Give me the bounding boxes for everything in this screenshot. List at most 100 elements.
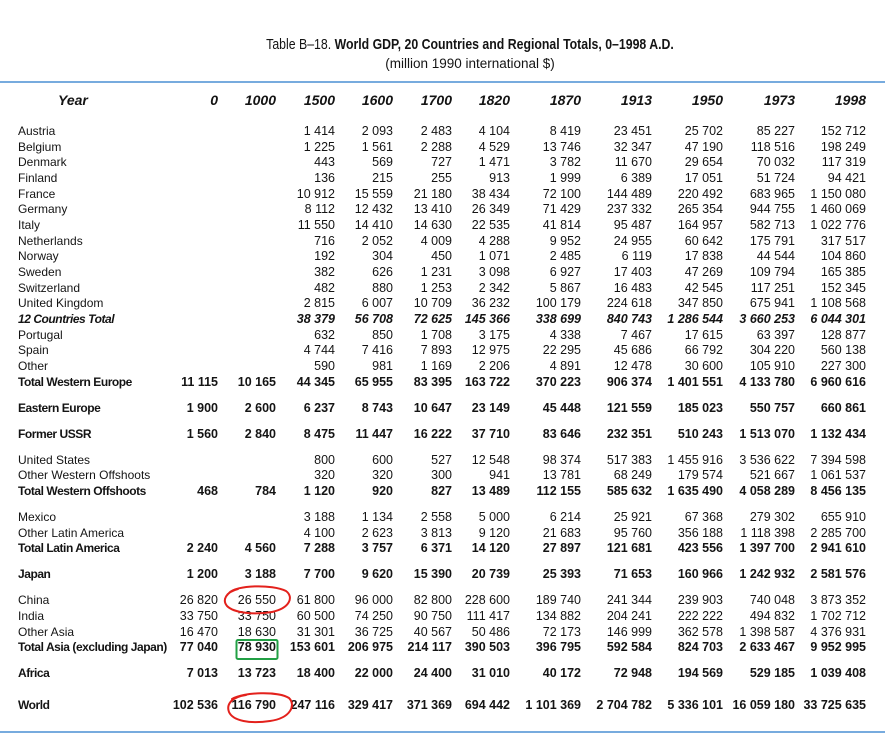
gdp-value-cell: 26 550 [237, 593, 276, 608]
gdp-value-cell: 569 [372, 155, 393, 170]
gdp-value-cell: 1 560 [186, 426, 218, 441]
gdp-value-cell: 214 117 [407, 640, 453, 655]
gdp-value-cell: 1 200 [186, 567, 218, 582]
gdp-value-cell: 800 [314, 452, 335, 467]
table-row: Other Latin America 4 100 2 623 3 813 9 120 2… [0, 526, 885, 542]
gdp-value-cell: 585 632 [606, 483, 652, 498]
gdp-value-cell: 10 165 [237, 374, 276, 389]
gdp-value-cell: 60 642 [684, 233, 723, 248]
gdp-value-cell: 247 116 [290, 698, 336, 713]
gdp-value-cell: 13 723 [237, 666, 276, 681]
gdp-value-cell: 4 100 [303, 525, 335, 540]
gdp-value-cell: 74 250 [354, 609, 393, 624]
gdp-value-cell: 1 039 408 [810, 666, 866, 681]
gdp-value-cell: 1 398 587 [739, 624, 795, 639]
row-label: Total Western Offshoots [18, 483, 146, 498]
gdp-value-cell: 144 489 [606, 186, 652, 201]
gdp-value-cell: 24 400 [413, 666, 452, 681]
table-row: Japan 1 200 3 188 7 700 9 620 15 390 20 739 25 … [0, 567, 885, 583]
gdp-value-cell: 23 451 [613, 124, 652, 138]
gdp-value-cell: 71 429 [542, 202, 581, 217]
column-header-1998: 1998 [834, 92, 866, 108]
row-label: India [18, 609, 45, 624]
gdp-value-cell: 20 739 [471, 567, 510, 582]
gdp-value-cell: 592 584 [606, 640, 652, 655]
gdp-value-cell: 8 112 [304, 202, 335, 217]
gdp-value-cell: 22 535 [471, 217, 510, 232]
gdp-value-cell: 529 185 [749, 666, 795, 681]
gdp-value-cell: 4 560 [244, 541, 276, 556]
gdp-value-cell: 1 414 [303, 124, 335, 138]
gdp-value-cell: 33 750 [179, 609, 218, 624]
gdp-value-cell: 23 149 [471, 400, 510, 415]
gdp-value-cell: 16 222 [413, 426, 452, 441]
table-row: Switzerland 482 880 1 253 2 342 5 867 16 483 42… [0, 281, 885, 297]
gdp-value-cell: 44 544 [756, 249, 795, 264]
gdp-value-cell: 2 623 [361, 525, 393, 540]
gdp-value-cell: 227 300 [820, 358, 866, 373]
gdp-value-cell: 1 999 [549, 170, 581, 185]
gdp-value-cell: 2 581 576 [810, 567, 866, 582]
gdp-value-cell: 5 000 [478, 510, 510, 524]
gdp-value-cell: 3 757 [361, 541, 393, 556]
gdp-value-cell: 675 941 [749, 296, 795, 311]
gdp-value-cell: 510 243 [677, 426, 723, 441]
gdp-value-cell: 72 173 [542, 624, 581, 639]
row-label: Belgium [18, 139, 62, 154]
gdp-value-cell: 1 134 [361, 510, 393, 524]
gdp-value-cell: 237 332 [606, 202, 652, 217]
gdp-value-cell: 981 [372, 358, 393, 373]
gdp-value-cell: 232 351 [606, 426, 652, 441]
gdp-value-cell: 9 952 [549, 233, 581, 248]
gdp-value-cell: 65 955 [354, 374, 393, 389]
gdp-value-cell: 3 873 352 [810, 593, 866, 608]
gdp-value-cell: 6 960 616 [810, 374, 866, 389]
table-row: Total Asia (excluding Japan) 77 040 78 930… [0, 640, 885, 656]
gdp-value-cell: 3 782 [549, 155, 581, 170]
gdp-value-cell: 2 815 [303, 296, 335, 311]
row-label: Mexico [18, 510, 57, 524]
row-group: Japan 1 200 3 188 7 700 9 620 15 390 20 739 25 … [0, 567, 885, 583]
table-row: Portugal 632 850 1 708 3 175 4 338 7 467 17 615… [0, 328, 885, 344]
gdp-value-cell: 21 683 [542, 525, 581, 540]
gdp-value-cell: 32 347 [613, 139, 652, 154]
gdp-value-cell: 1 900 [186, 400, 218, 415]
gdp-value-cell: 590 [314, 358, 335, 373]
gdp-value-cell: 521 667 [749, 468, 795, 483]
row-label: Denmark [18, 155, 67, 170]
gdp-value-cell: 7 700 [303, 567, 335, 582]
gdp-value-cell: 920 [372, 483, 393, 498]
gdp-value-cell: 550 757 [749, 400, 795, 415]
gdp-value-cell: 117 251 [750, 280, 795, 295]
gdp-value-cell: 880 [372, 280, 393, 295]
gdp-value-cell: 6 237 [303, 400, 335, 415]
gdp-value-cell: 1 397 700 [739, 541, 795, 556]
row-label: Other [18, 358, 49, 373]
row-group: World 102 536 116 790 247 116 329 417 371 369… [0, 698, 885, 714]
gdp-value-cell: 31 301 [296, 624, 335, 639]
gdp-value-cell: 67 368 [684, 510, 723, 524]
row-label: Finland [18, 170, 58, 185]
gdp-value-cell: 371 369 [406, 698, 452, 713]
gdp-value-cell: 1 702 712 [810, 609, 866, 624]
row-label: United States [18, 452, 91, 467]
column-header-1500: 1500 [303, 92, 335, 108]
gdp-value-cell: 45 448 [542, 400, 581, 415]
gdp-value-cell: 1 242 932 [739, 567, 795, 582]
table-row: Norway 192 304 450 1 071 2 485 6 119 17 838 44 5… [0, 249, 885, 265]
gdp-value-cell: 827 [431, 483, 452, 498]
gdp-value-cell: 5 336 101 [667, 698, 723, 713]
gdp-value-cell: 50 486 [471, 624, 510, 639]
gdp-value-cell: 2 052 [361, 233, 393, 248]
gdp-value-cell: 117 319 [821, 155, 866, 170]
gdp-value-cell: 220 492 [677, 186, 723, 201]
gdp-value-cell: 164 957 [677, 217, 723, 232]
row-group: United States 800 600 527 12 548 98 374 517 38… [0, 453, 885, 500]
gdp-value-cell: 913 [489, 170, 510, 185]
gdp-value-cell: 2 285 700 [810, 525, 866, 540]
row-group: Eastern Europe 1 900 2 600 6 237 8 743 10 647… [0, 401, 885, 417]
gdp-value-cell: 941 [489, 468, 510, 483]
row-label: Germany [18, 202, 68, 217]
gdp-value-cell: 279 302 [749, 510, 795, 524]
row-label: Total Latin America [18, 541, 120, 556]
